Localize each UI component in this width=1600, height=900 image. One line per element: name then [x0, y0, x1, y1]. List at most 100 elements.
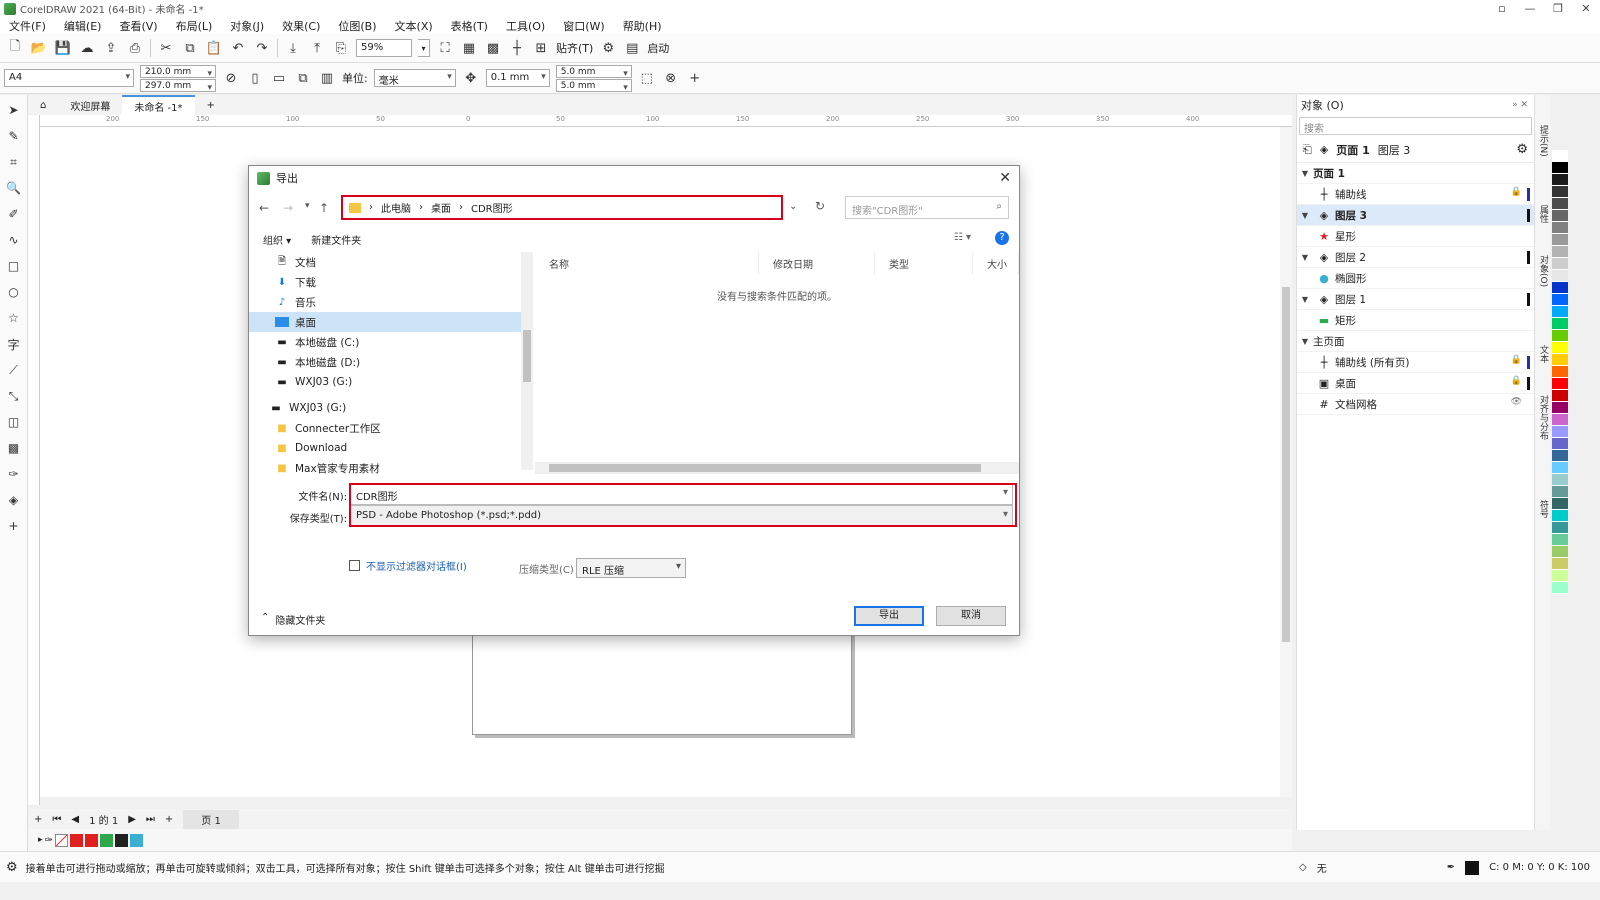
ellipse-tool-icon[interactable]: ○: [5, 283, 23, 301]
nav-item-folder[interactable]: ■ Connecter工作区: [249, 418, 533, 438]
column-name[interactable]: 名称: [535, 252, 759, 274]
scroll-thumb[interactable]: [549, 464, 981, 472]
expand-icon[interactable]: ▼: [1297, 337, 1313, 346]
palette-color-swatch[interactable]: [1552, 198, 1568, 210]
palette-color-swatch[interactable]: [1552, 558, 1568, 570]
cut-icon[interactable]: ✂: [157, 39, 175, 57]
print-icon[interactable]: ⎙: [126, 39, 144, 57]
zoom-dropdown-icon[interactable]: ▾: [418, 39, 430, 57]
object-row-master-page[interactable]: ▼ 主页面: [1297, 331, 1534, 352]
palette-color-swatch[interactable]: [1552, 294, 1568, 306]
color-swatch[interactable]: [99, 833, 113, 847]
address-bar[interactable]: › 此电脑 › 桌面 › CDR图形: [341, 195, 783, 220]
docker-tab-text[interactable]: 文本: [1537, 345, 1550, 363]
minimize-button[interactable]: —: [1516, 0, 1544, 17]
page-height-input[interactable]: 297.0 mm: [140, 78, 216, 94]
no-filter-checkbox[interactable]: [349, 560, 360, 571]
connector-tool-icon[interactable]: ⤡: [5, 387, 23, 405]
palette-color-swatch[interactable]: [1552, 534, 1568, 546]
launch-icon[interactable]: ▤: [623, 39, 641, 57]
nav-item-folder[interactable]: ■ Download: [249, 438, 533, 458]
next-page-icon[interactable]: ▶: [128, 814, 136, 825]
palette-color-swatch[interactable]: [1552, 210, 1568, 222]
options-gear-icon[interactable]: ⚙: [599, 39, 617, 57]
object-row-page-1[interactable]: ▼ 页面 1: [1297, 163, 1534, 184]
show-rulers-icon[interactable]: ▦: [460, 39, 478, 57]
shape-tool-icon[interactable]: ✎: [5, 127, 23, 145]
column-size[interactable]: 大小: [973, 252, 1019, 274]
pick-tool-icon[interactable]: ➤: [5, 101, 23, 119]
palette-color-swatch[interactable]: [1552, 162, 1568, 174]
nav-pane-scrollbar[interactable]: [521, 252, 533, 470]
snap-to-dropdown[interactable]: 贴齐(T): [556, 40, 593, 56]
menu-view[interactable]: 查看(V): [110, 18, 166, 34]
menu-layout[interactable]: 布局(L): [167, 18, 222, 34]
nav-item-drive-c[interactable]: ▬ 本地磁盘 (C:): [249, 332, 533, 352]
palette-color-swatch[interactable]: [1552, 270, 1568, 282]
tab-welcome-screen[interactable]: 欢迎屏幕: [58, 95, 122, 115]
dialog-close-icon[interactable]: ✕: [999, 170, 1011, 186]
docker-tab-objects[interactable]: 对象(O): [1537, 255, 1550, 287]
palette-color-swatch[interactable]: [1552, 522, 1568, 534]
zoom-tool-icon[interactable]: 🔍: [5, 179, 23, 197]
palette-color-swatch[interactable]: [1552, 246, 1568, 258]
palette-color-swatch[interactable]: [1552, 474, 1568, 486]
cloud-download-icon[interactable]: ☁: [78, 39, 96, 57]
palette-color-swatch[interactable]: [1552, 186, 1568, 198]
organize-menu[interactable]: 组织 ▾: [263, 232, 291, 247]
show-grid-icon[interactable]: ▩: [484, 39, 502, 57]
menu-bitmaps[interactable]: 位图(B): [329, 18, 385, 34]
expand-icon[interactable]: ▼: [1297, 169, 1313, 178]
docker-tab-properties[interactable]: 属性: [1537, 205, 1550, 223]
page-view-icon[interactable]: ⎗: [1303, 143, 1312, 157]
page-tab[interactable]: 页 1: [183, 809, 239, 829]
palette-color-swatch[interactable]: [1552, 354, 1568, 366]
units-select[interactable]: 毫米: [373, 69, 456, 87]
nudge-distance-input[interactable]: 0.1 mm: [485, 69, 550, 87]
horizontal-scrollbar[interactable]: [40, 797, 1292, 809]
no-filter-label[interactable]: 不显示过滤器对话框(I): [366, 558, 467, 573]
all-pages-icon[interactable]: ⊘: [222, 69, 240, 87]
palette-color-swatch[interactable]: [1552, 486, 1568, 498]
object-row-star[interactable]: ★ 星形: [1297, 226, 1534, 247]
freehand-tool-icon[interactable]: ✐: [5, 205, 23, 223]
objects-options-gear-icon[interactable]: ⚙: [1516, 142, 1528, 157]
cancel-button[interactable]: 取消: [936, 606, 1006, 626]
draw-object-as-icon[interactable]: ⊗: [662, 69, 680, 87]
column-date-modified[interactable]: 修改日期: [759, 252, 875, 274]
new-document-icon[interactable]: 🗋: [6, 39, 24, 57]
launch-dropdown[interactable]: 启动: [647, 40, 669, 56]
expand-icon[interactable]: ▼: [1297, 295, 1313, 304]
vertical-scrollbar[interactable]: [1280, 127, 1292, 797]
palette-color-swatch[interactable]: [1552, 570, 1568, 582]
rectangle-tool-icon[interactable]: □: [5, 257, 23, 275]
palette-color-swatch[interactable]: [1552, 390, 1568, 402]
first-page-icon[interactable]: ⏮: [52, 814, 61, 825]
palette-color-swatch[interactable]: [1552, 462, 1568, 474]
eyedropper-tool-icon[interactable]: ✑: [5, 465, 23, 483]
nav-item-drive-g-root[interactable]: ▬ WXJ03 (G:): [249, 398, 533, 418]
docker-collapse-icon[interactable]: » ✕: [1512, 100, 1528, 110]
landscape-icon[interactable]: ▭: [270, 69, 288, 87]
palette-color-swatch[interactable]: [1552, 282, 1568, 294]
current-page-icon[interactable]: ⧉: [294, 69, 312, 87]
paste-icon[interactable]: 📋: [205, 39, 223, 57]
docker-tab-hints[interactable]: 提示(N): [1537, 125, 1550, 157]
close-button[interactable]: ✕: [1572, 0, 1600, 17]
undo-icon[interactable]: ↶: [229, 39, 247, 57]
last-page-icon[interactable]: ⏭: [146, 814, 155, 825]
breadcrumb-desktop[interactable]: 桌面: [431, 200, 451, 215]
objects-search-input[interactable]: 搜索: [1299, 117, 1532, 135]
menu-effects[interactable]: 效果(C): [273, 18, 329, 34]
up-arrow-icon[interactable]: ↑: [319, 201, 329, 215]
color-swatch[interactable]: [69, 833, 83, 847]
palette-color-swatch[interactable]: [1552, 174, 1568, 186]
color-swatch[interactable]: [114, 833, 128, 847]
palette-color-swatch[interactable]: [1552, 546, 1568, 558]
cloud-upload-icon[interactable]: ⇪: [102, 39, 120, 57]
add-page-after-icon[interactable]: +: [165, 814, 173, 825]
file-list-scrollbar[interactable]: [535, 462, 1019, 474]
lock-icon[interactable]: 🔒: [1511, 187, 1522, 197]
palette-color-swatch[interactable]: [1552, 150, 1568, 162]
nav-item-drive-g[interactable]: ▬ WXJ03 (G:): [249, 372, 533, 392]
